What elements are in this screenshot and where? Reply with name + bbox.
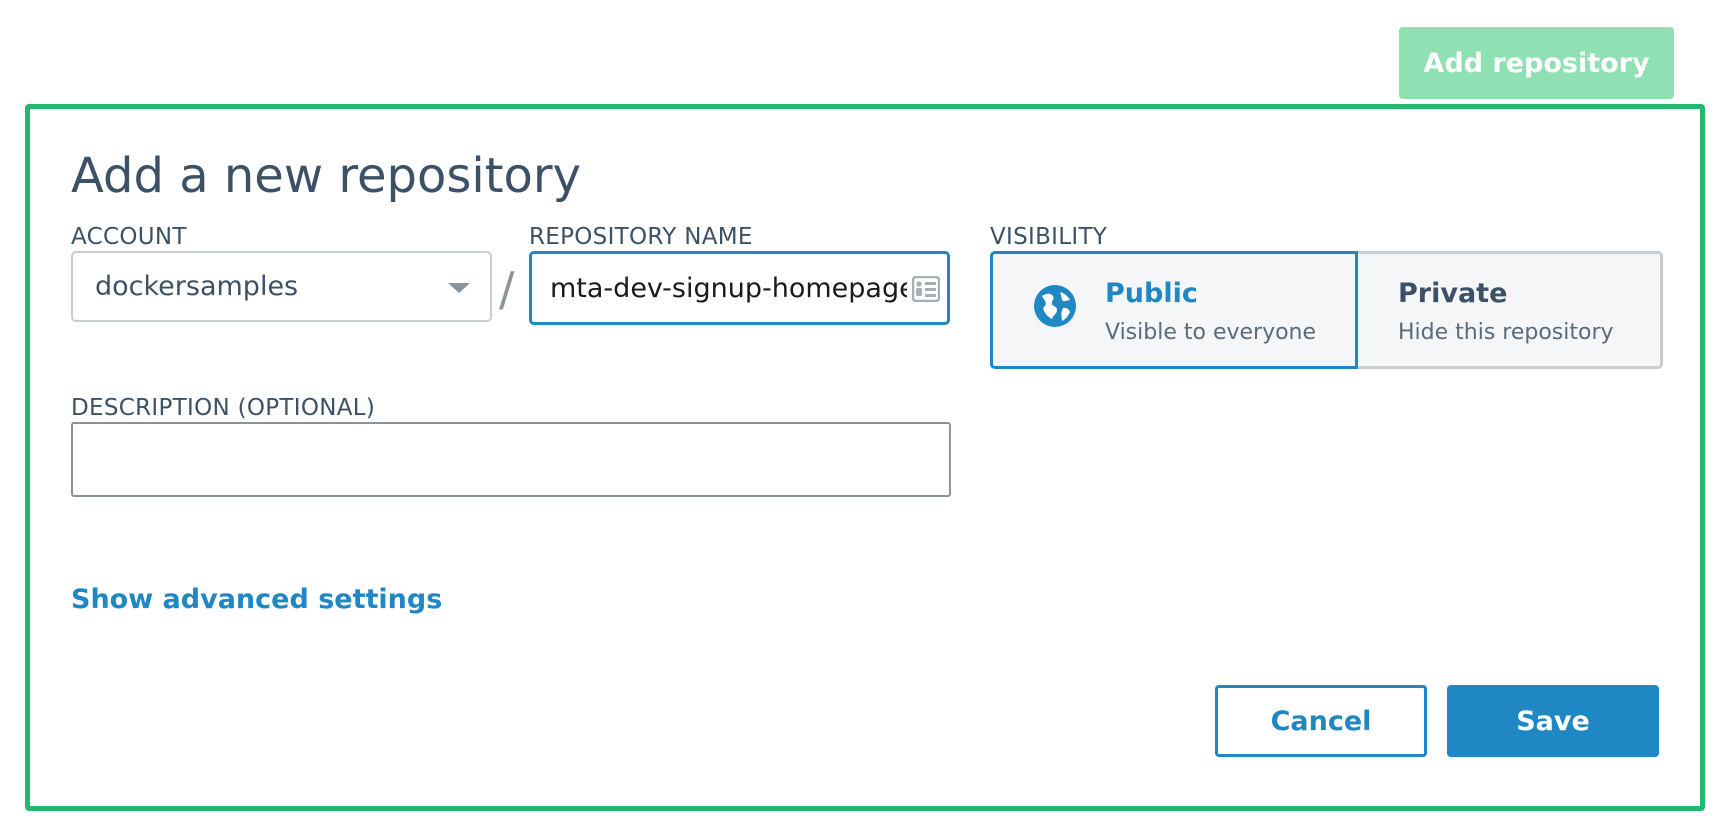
chevron-down-icon bbox=[448, 283, 470, 293]
account-select-value: dockersamples bbox=[95, 271, 299, 302]
visibility-label: VISIBILITY bbox=[990, 224, 1108, 250]
add-repository-button[interactable]: Add repository bbox=[1399, 27, 1674, 99]
description-input[interactable] bbox=[71, 422, 951, 497]
cancel-button[interactable]: Cancel bbox=[1215, 685, 1427, 757]
account-repo-separator: / bbox=[499, 262, 515, 316]
save-button[interactable]: Save bbox=[1447, 685, 1659, 757]
globe-icon bbox=[1034, 285, 1076, 327]
account-select[interactable]: dockersamples bbox=[71, 251, 492, 322]
autofill-icon[interactable] bbox=[912, 276, 940, 302]
visibility-selector: Public Visible to everyone Private Hide … bbox=[990, 251, 1663, 369]
account-label: ACCOUNT bbox=[71, 224, 187, 250]
visibility-private-subtitle: Hide this repository bbox=[1398, 320, 1614, 345]
visibility-public-subtitle: Visible to everyone bbox=[1105, 320, 1317, 345]
visibility-public-title: Public bbox=[1105, 278, 1198, 309]
visibility-public-option[interactable]: Public Visible to everyone bbox=[990, 251, 1358, 369]
page-title: Add a new repository bbox=[71, 148, 582, 204]
repository-name-label: REPOSITORY NAME bbox=[529, 224, 753, 250]
show-advanced-settings-link[interactable]: Show advanced settings bbox=[71, 584, 442, 615]
visibility-private-option[interactable]: Private Hide this repository bbox=[1358, 251, 1663, 369]
description-label: DESCRIPTION (OPTIONAL) bbox=[71, 395, 376, 421]
visibility-private-title: Private bbox=[1398, 278, 1508, 309]
repository-name-input[interactable] bbox=[529, 251, 950, 325]
